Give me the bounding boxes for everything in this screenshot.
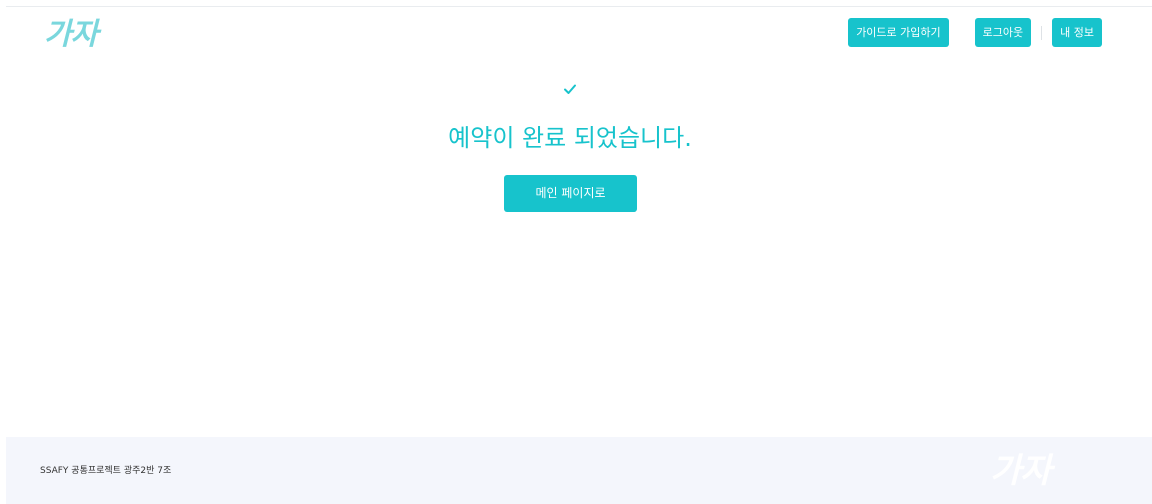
logout-button[interactable]: 로그아웃: [974, 18, 1032, 47]
main-page-button[interactable]: 메인 페이지로: [504, 175, 637, 212]
check-icon: [564, 84, 576, 94]
my-info-button[interactable]: 내 정보: [1052, 18, 1102, 47]
logo[interactable]: 가자: [44, 18, 98, 52]
footer-credits: SSAFY 공통프로젝트 광주2반 7조: [40, 466, 172, 476]
header: 가자 가이드로 가입하기 로그아웃 내 정보: [0, 7, 1152, 62]
guide-signup-button[interactable]: 가이드로 가입하기: [848, 18, 949, 47]
footer: SSAFY 공통프로젝트 광주2반 7조 가자: [6, 437, 1152, 504]
top-nav: 가이드로 가입하기 로그아웃 내 정보: [848, 18, 1102, 47]
main-content: 예약이 완료 되었습니다. 메인 페이지로: [0, 0, 1152, 430]
page: 예약이 완료 되었습니다. 메인 페이지로 가자 가이드로 가입하기 로그아웃 …: [0, 0, 1152, 504]
reservation-complete-message: 예약이 완료 되었습니다.: [448, 124, 692, 152]
nav-divider: [1041, 25, 1043, 40]
footer-logo: 가자: [990, 451, 1052, 491]
